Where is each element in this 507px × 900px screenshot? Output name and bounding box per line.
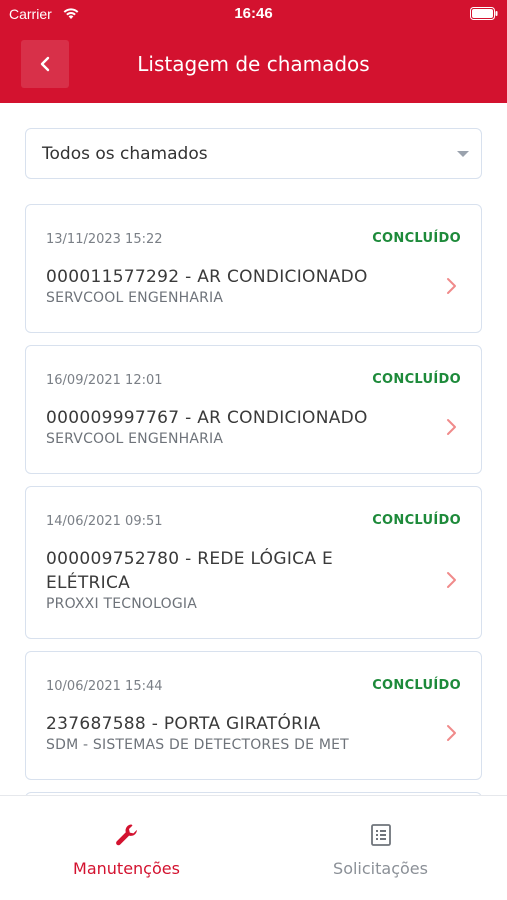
- ticket-company: SERVCOOL ENGENHARIA: [46, 290, 224, 306]
- ticket-card[interactable]: 13/11/2023 15:22 CONCLUÍDO 000011577292 …: [25, 204, 482, 333]
- ticket-status: CONCLUÍDO: [372, 513, 461, 528]
- ticket-company: SERVCOOL ENGENHARIA: [46, 431, 224, 447]
- ticket-date: 10/06/2021 15:44: [46, 679, 163, 694]
- chevron-right-icon: [447, 419, 456, 435]
- ticket-title: 237687588 - PORTA GIRATÓRIA: [46, 714, 321, 734]
- tab-solicitacoes[interactable]: Solicitações: [254, 796, 507, 900]
- ticket-date: 16/09/2021 12:01: [46, 373, 163, 388]
- tab-label: Solicitações: [333, 859, 428, 878]
- ticket-card[interactable]: 10/06/2021 15:44 CONCLUÍDO 237687588 - P…: [25, 651, 482, 780]
- ticket-company: PROXXI TECNOLOGIA: [46, 596, 197, 612]
- screen: Carrier 16:46 Listagem de chamados Todos…: [0, 0, 507, 900]
- ticket-title: 000011577292 - AR CONDICIONADO: [46, 267, 368, 287]
- header: Carrier 16:46 Listagem de chamados: [0, 0, 507, 103]
- chevron-right-icon: [447, 572, 456, 588]
- clock: 16:46: [234, 5, 273, 22]
- list-icon: [370, 824, 391, 846]
- filter-select[interactable]: Todos os chamados: [25, 128, 482, 179]
- ticket-list: 13/11/2023 15:22 CONCLUÍDO 000011577292 …: [25, 204, 482, 795]
- ticket-status: CONCLUÍDO: [372, 372, 461, 387]
- page-title-text: Listagem de chamados: [137, 52, 370, 76]
- ticket-company: SDM - SISTEMAS DE DETECTORES DE MET: [46, 737, 349, 753]
- tab-bar: Manutenções Solicitações: [0, 795, 507, 900]
- ticket-title: 000009752780 - REDE LÓGICA E ELÉTRICA: [46, 549, 333, 593]
- ticket-status: CONCLUÍDO: [372, 678, 461, 693]
- battery-icon: [470, 7, 498, 20]
- ticket-status: CONCLUÍDO: [372, 231, 461, 246]
- ticket-title: 000009997767 - AR CONDICIONADO: [46, 408, 368, 428]
- status-bar: Carrier 16:46: [0, 0, 507, 28]
- tab-manutencoes[interactable]: Manutenções: [0, 796, 253, 900]
- ticket-date: 13/11/2023 15:22: [46, 232, 163, 247]
- chevron-right-icon: [447, 725, 456, 741]
- filter-selected-value: Todos os chamados: [42, 144, 208, 164]
- ticket-date: 14/06/2021 09:51: [46, 514, 163, 529]
- page-title: Listagem de chamados: [0, 52, 507, 76]
- wrench-icon: [115, 824, 137, 846]
- ticket-card[interactable]: 16/09/2021 12:01 CONCLUÍDO 000009997767 …: [25, 345, 482, 474]
- tab-label: Manutenções: [73, 859, 180, 878]
- ticket-card[interactable]: 14/06/2021 09:51 CONCLUÍDO 000009752780 …: [25, 486, 482, 639]
- chevron-right-icon: [447, 278, 456, 294]
- caret-down-icon: [457, 151, 469, 157]
